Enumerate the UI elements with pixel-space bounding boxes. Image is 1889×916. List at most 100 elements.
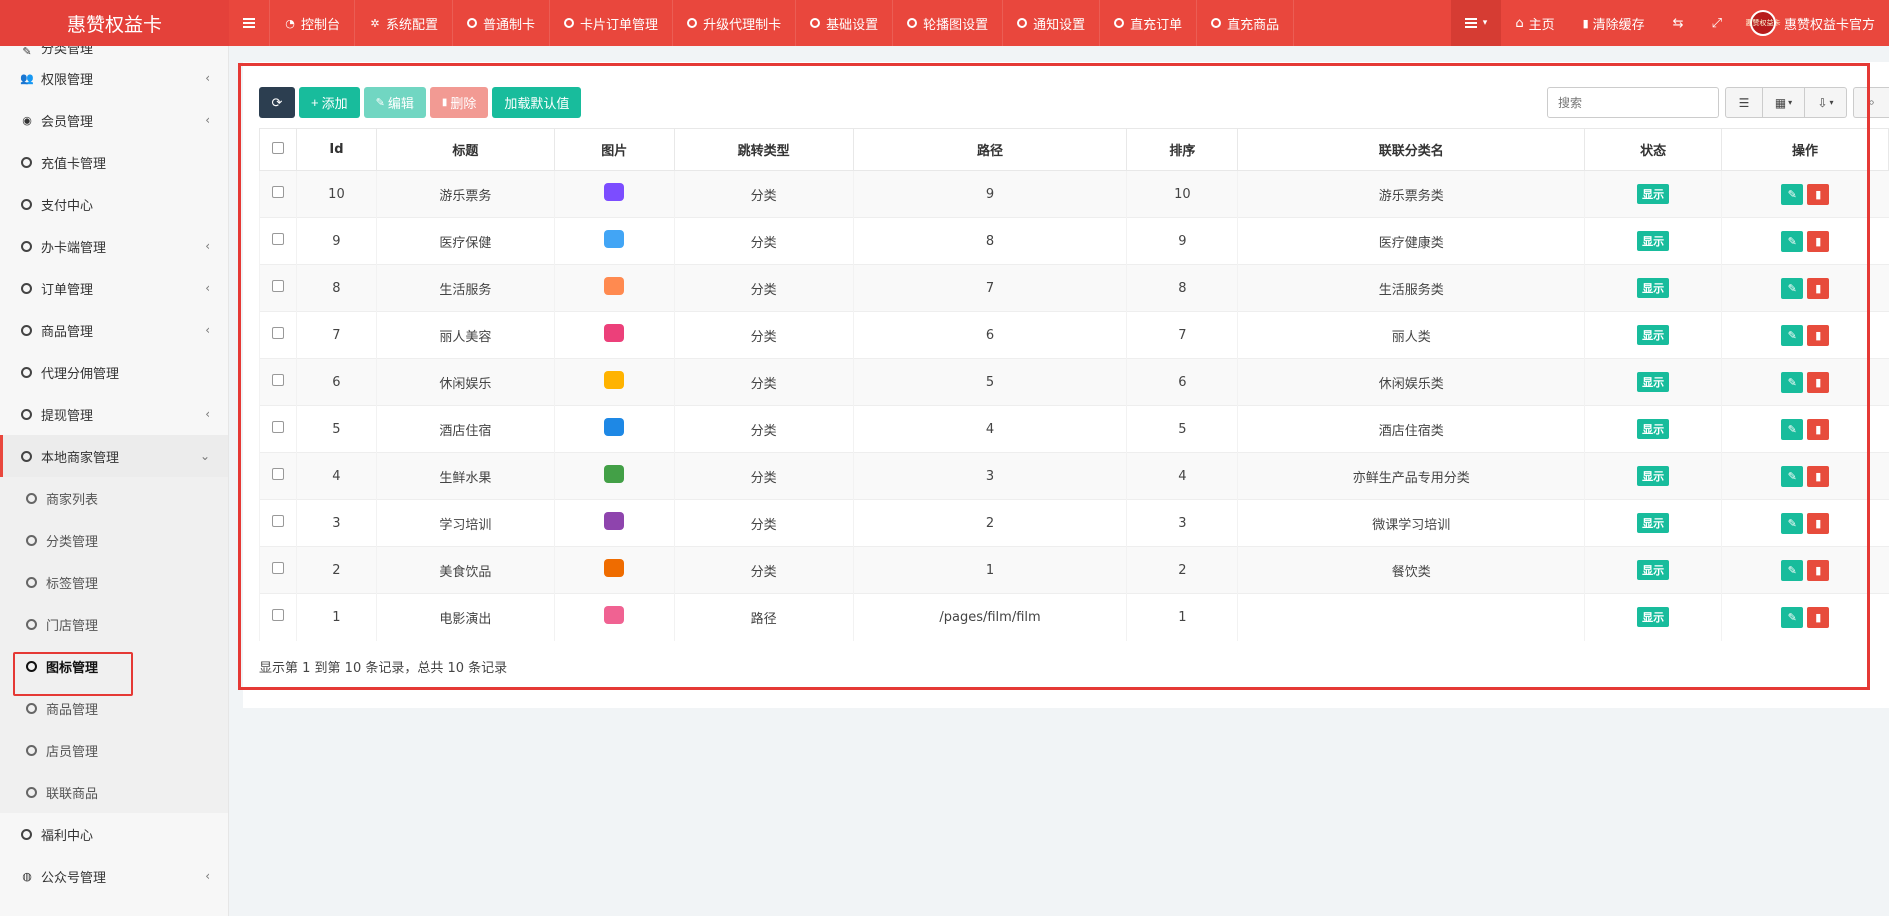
edit-row-button[interactable]: ✎	[1781, 418, 1804, 440]
row-select-cell[interactable]	[259, 170, 297, 218]
sidebar-subitem-stores[interactable]: 门店管理	[0, 603, 228, 645]
sidebar-subitem-tags[interactable]: 标签管理	[0, 561, 228, 603]
sidebar-subitem-category[interactable]: 分类管理	[0, 519, 228, 561]
brand-logo[interactable]: 惠赞权益卡	[0, 0, 229, 46]
sidebar-subitem-lianlian-goods[interactable]: 联联商品	[0, 771, 228, 813]
status-badge[interactable]: 显示	[1637, 466, 1670, 486]
sidebar-item-orders[interactable]: 订单管理 ‹	[0, 267, 228, 309]
status-badge[interactable]: 显示	[1637, 607, 1670, 628]
delete-row-button[interactable]: ▮	[1807, 230, 1830, 252]
edit-row-button[interactable]: ✎	[1781, 230, 1804, 252]
topnav-normal-card[interactable]: 普通制卡	[453, 0, 551, 46]
row-select-cell[interactable]	[259, 452, 297, 500]
row-checkbox[interactable]	[271, 280, 284, 292]
topnav-system-config[interactable]: ✲ 系统配置	[355, 0, 454, 46]
delete-button[interactable]: ▮ 删除	[429, 87, 489, 118]
row-select-cell[interactable]	[259, 264, 297, 312]
column-header[interactable]: 排序	[1126, 128, 1239, 171]
topnav-notify-settings[interactable]: 通知设置	[1003, 0, 1101, 46]
table-row[interactable]: 5 酒店住宿 分类 4 5 酒店住宿类 显示 ✎ ▮	[259, 405, 1889, 453]
sidebar-subitem-goods[interactable]: 商品管理	[0, 687, 228, 729]
sidebar-toggle-button[interactable]	[229, 0, 270, 46]
refresh-button[interactable]: ⟳	[259, 87, 295, 118]
sidebar-item-wechat[interactable]: ◍ 公众号管理 ‹	[0, 855, 228, 897]
table-row[interactable]: 1 电影演出 路径/pages/film/film 1 显示 ✎ ▮	[259, 593, 1889, 641]
toggle-view-button[interactable]: ☰	[1725, 87, 1763, 118]
sidebar-item-category-partial[interactable]: ✎ 分类管理	[0, 46, 228, 57]
sidebar-item-permissions[interactable]: 👥 权限管理 ‹	[0, 57, 228, 99]
row-select-cell[interactable]	[259, 593, 297, 641]
search-input[interactable]	[1547, 87, 1719, 118]
category-image[interactable]	[604, 512, 625, 530]
topnav-recharge-goods[interactable]: 直充商品	[1197, 0, 1295, 46]
status-badge[interactable]: 显示	[1637, 513, 1670, 533]
topnav-recharge-orders[interactable]: 直充订单	[1100, 0, 1198, 46]
delete-row-button[interactable]: ▮	[1807, 512, 1830, 534]
column-header[interactable]: 跳转类型	[673, 128, 854, 171]
category-image[interactable]	[604, 230, 625, 248]
sidebar-subitem-merchant-list[interactable]: 商家列表	[0, 477, 228, 519]
table-row[interactable]: 9 医疗保健 分类 8 9 医疗健康类 显示 ✎ ▮	[259, 217, 1889, 265]
language-button[interactable]: ⇆	[1659, 0, 1698, 46]
delete-row-button[interactable]: ▮	[1807, 559, 1830, 581]
edit-row-button[interactable]: ✎	[1781, 277, 1804, 299]
home-link[interactable]: ⌂ 主页	[1501, 0, 1568, 46]
sidebar-item-withdraw[interactable]: 提现管理 ‹	[0, 393, 228, 435]
sidebar-item-card-issuing[interactable]: 办卡端管理 ‹	[0, 225, 228, 267]
status-badge[interactable]: 显示	[1637, 372, 1670, 392]
edit-button[interactable]: ✎ 编辑	[363, 87, 426, 118]
row-checkbox[interactable]	[271, 233, 284, 245]
category-image[interactable]	[604, 418, 625, 436]
sidebar-subitem-staff[interactable]: 店员管理	[0, 729, 228, 771]
category-image[interactable]	[604, 277, 625, 295]
status-badge[interactable]: 显示	[1637, 325, 1670, 345]
edit-row-button[interactable]: ✎	[1781, 183, 1804, 205]
select-all-header[interactable]	[259, 128, 297, 171]
table-row[interactable]: 8 生活服务 分类 7 8 生活服务类 显示 ✎ ▮	[259, 264, 1889, 312]
column-header[interactable]: 图片	[553, 128, 675, 171]
delete-row-button[interactable]: ▮	[1807, 465, 1830, 487]
load-default-button[interactable]: 加载默认值	[492, 87, 582, 118]
table-row[interactable]: 2 美食饮品 分类 1 2 餐饮类 显示 ✎ ▮	[259, 546, 1889, 594]
status-badge[interactable]: 显示	[1637, 419, 1670, 439]
topnav-upgrade-agent[interactable]: 升级代理制卡	[673, 0, 797, 46]
row-select-cell[interactable]	[259, 358, 297, 406]
export-button[interactable]: ⇩ ▾	[1805, 87, 1847, 118]
sidebar-item-local-merchants[interactable]: 本地商家管理 ⌄	[0, 435, 228, 477]
sidebar-item-payment[interactable]: 支付中心	[0, 183, 228, 225]
row-select-cell[interactable]	[259, 546, 297, 594]
edit-row-button[interactable]: ✎	[1781, 465, 1804, 487]
column-header[interactable]: 路径	[852, 128, 1128, 171]
sidebar-item-welfare[interactable]: 福利中心	[0, 813, 228, 855]
topnav-dashboard[interactable]: ◔ 控制台	[270, 0, 356, 46]
row-checkbox[interactable]	[271, 562, 284, 574]
row-select-cell[interactable]	[259, 217, 297, 265]
status-badge[interactable]: 显示	[1637, 560, 1670, 580]
add-button[interactable]: + 添加	[299, 87, 360, 118]
table-row[interactable]: 3 学习培训 分类 2 3 微课学习培训 显示 ✎ ▮	[259, 499, 1889, 547]
category-image[interactable]	[604, 183, 625, 201]
topnav-card-orders[interactable]: 卡片订单管理	[550, 0, 674, 46]
table-row[interactable]: 7 丽人美容 分类 6 7 丽人类 显示 ✎ ▮	[259, 311, 1889, 359]
row-select-cell[interactable]	[259, 405, 297, 453]
edit-row-button[interactable]: ✎	[1781, 324, 1804, 346]
more-menu-button[interactable]: ▾	[1450, 0, 1502, 46]
category-image[interactable]	[604, 559, 625, 577]
category-image[interactable]	[604, 465, 625, 483]
sidebar-item-agent-commission[interactable]: 代理分佣管理	[0, 351, 228, 393]
column-header[interactable]: Id	[295, 128, 377, 171]
edit-row-button[interactable]: ✎	[1781, 512, 1804, 534]
edit-row-button[interactable]: ✎	[1781, 371, 1804, 393]
table-row[interactable]: 10 游乐票务 分类 9 10 游乐票务类 显示 ✎ ▮	[259, 170, 1889, 218]
edit-row-button[interactable]: ✎	[1781, 606, 1804, 628]
delete-row-button[interactable]: ▮	[1807, 418, 1830, 440]
row-checkbox[interactable]	[271, 515, 284, 527]
row-checkbox[interactable]	[271, 468, 284, 480]
category-image[interactable]	[604, 606, 625, 625]
topnav-carousel-settings[interactable]: 轮播图设置	[893, 0, 1004, 46]
delete-row-button[interactable]: ▮	[1807, 183, 1830, 205]
status-badge[interactable]: 显示	[1637, 231, 1670, 251]
column-header[interactable]: 标题	[375, 128, 555, 171]
row-select-cell[interactable]	[259, 499, 297, 547]
user-menu[interactable]: 惠赞权益卡 惠赞权益卡官方	[1736, 0, 1889, 46]
